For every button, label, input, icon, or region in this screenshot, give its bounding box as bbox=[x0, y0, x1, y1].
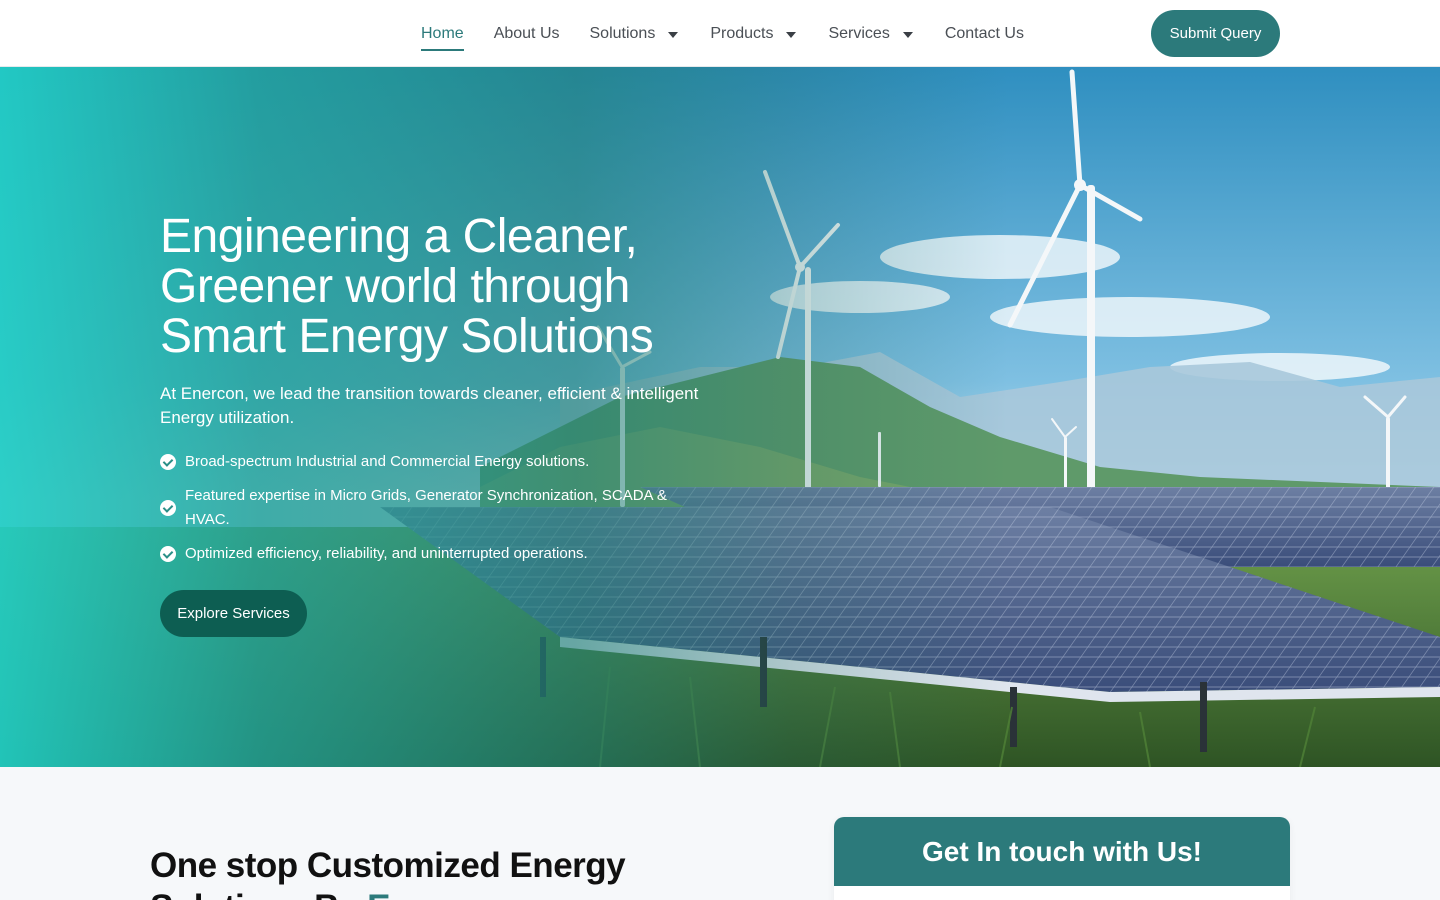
feature-text: Optimized efficiency, reliability, and u… bbox=[185, 545, 588, 562]
submit-query-button[interactable]: Submit Query bbox=[1151, 10, 1280, 57]
nav-item-solutions[interactable]: Solutions bbox=[590, 0, 679, 67]
feature-item: Featured expertise in Micro Grids, Gener… bbox=[160, 484, 680, 532]
check-circle-icon bbox=[160, 546, 176, 562]
section-title-line: Solutions By bbox=[150, 888, 367, 900]
caret-down-icon bbox=[902, 31, 913, 38]
nav-item-contact-us[interactable]: Contact Us bbox=[945, 0, 1024, 67]
caret-down-icon bbox=[668, 31, 679, 38]
main-nav: Home About Us Solutions Products Service… bbox=[421, 0, 1054, 67]
hero-title-line: Engineering a Cleaner, bbox=[160, 210, 638, 263]
feature-text: Featured expertise in Micro Grids, Gener… bbox=[185, 487, 667, 528]
nav-label: Services bbox=[828, 24, 890, 42]
feature-list: Broad-spectrum Industrial and Commercial… bbox=[160, 450, 740, 566]
contact-form-card: Get In touch with Us! bbox=[834, 817, 1290, 900]
site-header: Home About Us Solutions Products Service… bbox=[0, 0, 1440, 67]
nav-item-home[interactable]: Home bbox=[421, 0, 464, 67]
explore-services-button[interactable]: Explore Services bbox=[160, 590, 307, 637]
nav-item-about-us[interactable]: About Us bbox=[494, 0, 560, 67]
nav-item-products[interactable]: Products bbox=[710, 0, 797, 67]
contact-heading: Get In touch with Us! bbox=[834, 817, 1290, 886]
nav-label: Contact Us bbox=[944, 24, 1024, 42]
check-circle-icon bbox=[160, 454, 176, 470]
hero-content: Engineering a Cleaner, Greener world thr… bbox=[160, 212, 740, 637]
check-circle-icon bbox=[160, 500, 176, 516]
hero-title-line: Greener world through bbox=[160, 260, 630, 313]
solutions-section: One stop Customized Energy Solutions By … bbox=[0, 767, 1440, 900]
feature-text: Broad-spectrum Industrial and Commercial… bbox=[185, 453, 590, 470]
nav-label: Solutions bbox=[589, 24, 656, 42]
section-title-line: One stop Customized Energy bbox=[150, 846, 626, 885]
hero-subtitle: At Enercon, we lead the transition towar… bbox=[160, 384, 699, 427]
hero-section: Engineering a Cleaner, Greener world thr… bbox=[0, 67, 1440, 767]
feature-item: Broad-spectrum Industrial and Commercial… bbox=[160, 450, 680, 474]
nav-label: Products bbox=[710, 24, 774, 42]
caret-down-icon bbox=[786, 31, 797, 38]
hero-title: Engineering a Cleaner, Greener world thr… bbox=[160, 212, 740, 362]
hero-title-line: Smart Energy Solutions bbox=[160, 310, 654, 363]
nav-item-services[interactable]: Services bbox=[828, 0, 913, 67]
feature-item: Optimized efficiency, reliability, and u… bbox=[160, 542, 680, 566]
nav-label: Home bbox=[421, 24, 464, 51]
nav-label: About Us bbox=[493, 24, 560, 42]
section-title-accent: Enercon bbox=[367, 888, 504, 900]
section-title: One stop Customized Energy Solutions By … bbox=[150, 845, 750, 900]
